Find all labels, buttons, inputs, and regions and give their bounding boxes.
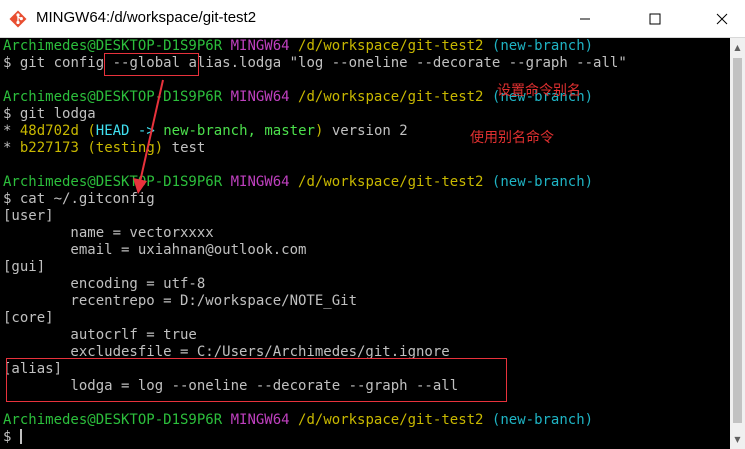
- config-line: encoding = utf-8: [3, 276, 206, 292]
- prompt-path: /d/workspace/git-test2: [298, 89, 484, 105]
- prompt-branch: (new-branch): [491, 412, 594, 428]
- ref-paren: (: [87, 140, 96, 156]
- config-line: recentrepo = D:/workspace/NOTE_Git: [3, 293, 358, 309]
- prompt-symbol: $: [3, 429, 12, 445]
- maximize-icon: [649, 13, 661, 25]
- command-line: $ cat ~/.gitconfig: [3, 191, 155, 208]
- window-title: MINGW64:/d/workspace/git-test2: [36, 9, 257, 26]
- branch-ref: new-branch,: [154, 123, 256, 139]
- prompt-env: MINGW64: [230, 412, 290, 428]
- scroll-down-icon[interactable]: ▼: [730, 432, 745, 447]
- text-cursor: [19, 429, 22, 444]
- close-icon: [716, 13, 728, 25]
- config-line: autocrlf = true: [3, 327, 197, 343]
- tag-ref: testing: [95, 140, 155, 156]
- commit-hash: 48d702d: [19, 123, 79, 139]
- prompt-path: /d/workspace/git-test2: [298, 412, 484, 428]
- config-line: [gui]: [3, 259, 46, 275]
- scroll-thumb[interactable]: [733, 58, 742, 423]
- command-text: alias.lodga "log --oneline --decorate --…: [180, 55, 627, 71]
- prompt-path: /d/workspace/git-test2: [298, 174, 484, 190]
- config-line: [core]: [3, 310, 54, 326]
- prompt-user: Archimedes@DESKTOP-D1S9P6R: [3, 38, 223, 54]
- commit-message: test: [163, 140, 206, 156]
- commit-message: version 2: [323, 123, 408, 139]
- config-line: email = uxiahnan@outlook.com: [3, 242, 307, 258]
- commit-hash: b227173: [19, 140, 79, 156]
- graph-char: *: [3, 123, 12, 139]
- command-text: cat ~/.gitconfig: [19, 191, 155, 207]
- ref-paren: (: [87, 123, 96, 139]
- log-line: * 48d702d (HEAD -> new-branch, master) v…: [3, 123, 408, 140]
- git-bash-icon: [9, 10, 27, 28]
- command-line: $ git lodga: [3, 106, 96, 123]
- head-ref: HEAD ->: [95, 123, 155, 139]
- command-line: $ git config --global alias.lodga "log -…: [3, 55, 627, 72]
- prompt-line: Archimedes@DESKTOP-D1S9P6R MINGW64 /d/wo…: [3, 412, 593, 429]
- prompt-user: Archimedes@DESKTOP-D1S9P6R: [3, 89, 223, 105]
- vertical-scrollbar[interactable]: ▲ ▼: [730, 38, 745, 449]
- alias-section-highlight-box: [6, 358, 507, 402]
- config-line: name = vectorxxxx: [3, 225, 214, 241]
- prompt-env: MINGW64: [230, 174, 290, 190]
- maximize-button[interactable]: [632, 0, 678, 38]
- prompt-line: Archimedes@DESKTOP-D1S9P6R MINGW64 /d/wo…: [3, 174, 593, 191]
- prompt-branch: (new-branch): [491, 38, 594, 54]
- prompt-env: MINGW64: [230, 89, 290, 105]
- annotation-set-alias: 设置命令别名: [497, 83, 581, 99]
- global-flag-highlight-box: [104, 53, 199, 76]
- graph-char: *: [3, 140, 12, 156]
- prompt-branch: (new-branch): [491, 174, 594, 190]
- prompt-line: Archimedes@DESKTOP-D1S9P6R MINGW64 /d/wo…: [3, 38, 593, 55]
- branch-ref: master: [255, 123, 315, 139]
- prompt-user: Archimedes@DESKTOP-D1S9P6R: [3, 412, 223, 428]
- prompt-path: /d/workspace/git-test2: [298, 38, 484, 54]
- prompt-user: Archimedes@DESKTOP-D1S9P6R: [3, 174, 223, 190]
- ref-paren: ): [154, 140, 164, 156]
- command-text: git config: [19, 55, 113, 71]
- scroll-up-icon[interactable]: ▲: [730, 40, 745, 55]
- log-line: * b227173 (testing) test: [3, 140, 205, 157]
- command-text: git lodga: [19, 106, 96, 122]
- minimize-icon: [580, 18, 590, 20]
- prompt-symbol: $: [3, 191, 12, 207]
- prompt-symbol: $: [3, 55, 12, 71]
- title-bar: MINGW64:/d/workspace/git-test2: [0, 0, 745, 38]
- close-button[interactable]: [699, 0, 745, 38]
- minimize-button[interactable]: [562, 0, 608, 38]
- config-line: [user]: [3, 208, 54, 224]
- input-line[interactable]: $: [3, 429, 22, 446]
- prompt-symbol: $: [3, 106, 12, 122]
- prompt-env: MINGW64: [230, 38, 290, 54]
- annotation-use-alias: 使用别名命令: [470, 130, 554, 146]
